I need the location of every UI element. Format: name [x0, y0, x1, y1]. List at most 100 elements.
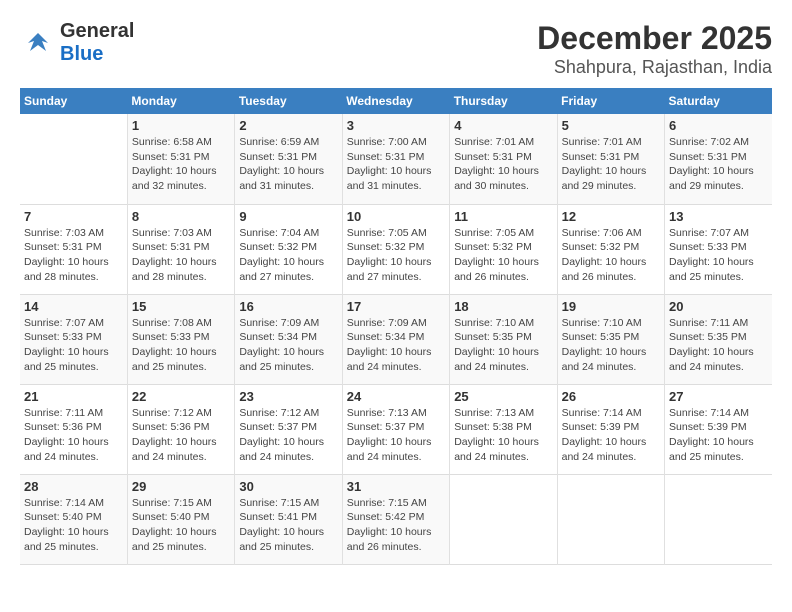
- calendar-cell: 15 Sunrise: 7:08 AMSunset: 5:33 PMDayligh…: [127, 294, 234, 384]
- day-number: 10: [347, 209, 445, 224]
- calendar-cell: 28 Sunrise: 7:14 AMSunset: 5:40 PMDayligh…: [20, 474, 127, 564]
- calendar-cell: [20, 114, 127, 204]
- calendar-cell: 2Sunrise: 6:59 AMSunset: 5:31 PMDaylight…: [235, 114, 342, 204]
- calendar-cell: 18 Sunrise: 7:10 AMSunset: 5:35 PMDayligh…: [450, 294, 557, 384]
- calendar-cell: 14 Sunrise: 7:07 AMSunset: 5:33 PMDayligh…: [20, 294, 127, 384]
- day-info: Sunrise: 7:06 AMSunset: 5:32 PMDaylight:…: [562, 226, 660, 285]
- day-info: Sunrise: 7:10 AMSunset: 5:35 PMDaylight:…: [562, 316, 660, 375]
- calendar-cell: 11 Sunrise: 7:05 AMSunset: 5:32 PMDayligh…: [450, 204, 557, 294]
- calendar-cell: [557, 474, 664, 564]
- day-number: 15: [132, 299, 230, 314]
- day-info: Sunrise: 7:01 AMSunset: 5:31 PMDaylight:…: [562, 135, 660, 194]
- day-number: 12: [562, 209, 660, 224]
- day-info: Sunrise: 7:14 AMSunset: 5:40 PMDaylight:…: [24, 496, 123, 555]
- calendar-cell: 27 Sunrise: 7:14 AMSunset: 5:39 PMDayligh…: [665, 384, 772, 474]
- day-number: 27: [669, 389, 768, 404]
- day-info: Sunrise: 7:14 AMSunset: 5:39 PMDaylight:…: [562, 406, 660, 465]
- col-header-thursday: Thursday: [450, 88, 557, 114]
- calendar-cell: 16 Sunrise: 7:09 AMSunset: 5:34 PMDayligh…: [235, 294, 342, 384]
- day-info: Sunrise: 7:10 AMSunset: 5:35 PMDaylight:…: [454, 316, 552, 375]
- day-number: 30: [239, 479, 337, 494]
- day-info: Sunrise: 7:08 AMSunset: 5:33 PMDaylight:…: [132, 316, 230, 375]
- logo: General Blue: [20, 20, 134, 66]
- calendar-table: SundayMondayTuesdayWednesdayThursdayFrid…: [20, 88, 772, 565]
- day-number: 4: [454, 118, 552, 133]
- week-row-2: 7 Sunrise: 7:03 AMSunset: 5:31 PMDaylight…: [20, 204, 772, 294]
- week-row-3: 14 Sunrise: 7:07 AMSunset: 5:33 PMDayligh…: [20, 294, 772, 384]
- day-number: 21: [24, 389, 123, 404]
- day-info: Sunrise: 7:15 AMSunset: 5:42 PMDaylight:…: [347, 496, 445, 555]
- day-number: 28: [24, 479, 123, 494]
- day-number: 16: [239, 299, 337, 314]
- logo-blue: Blue: [60, 43, 103, 66]
- day-number: 20: [669, 299, 768, 314]
- day-number: 11: [454, 209, 552, 224]
- day-info: Sunrise: 7:05 AMSunset: 5:32 PMDaylight:…: [347, 226, 445, 285]
- day-number: 18: [454, 299, 552, 314]
- logo-icon: [20, 25, 56, 61]
- col-header-wednesday: Wednesday: [342, 88, 449, 114]
- calendar-cell: [450, 474, 557, 564]
- calendar-cell: 26Sunrise: 7:14 AMSunset: 5:39 PMDayligh…: [557, 384, 664, 474]
- calendar-cell: 6 Sunrise: 7:02 AMSunset: 5:31 PMDaylight…: [665, 114, 772, 204]
- calendar-cell: 7Sunrise: 7:03 AMSunset: 5:31 PMDaylight…: [20, 204, 127, 294]
- calendar-cell: 19Sunrise: 7:10 AMSunset: 5:35 PMDayligh…: [557, 294, 664, 384]
- day-info: Sunrise: 6:59 AMSunset: 5:31 PMDaylight:…: [239, 135, 337, 194]
- calendar-cell: 24Sunrise: 7:13 AMSunset: 5:37 PMDayligh…: [342, 384, 449, 474]
- calendar-cell: 30 Sunrise: 7:15 AMSunset: 5:41 PMDayligh…: [235, 474, 342, 564]
- day-info: Sunrise: 7:07 AMSunset: 5:33 PMDaylight:…: [24, 316, 123, 375]
- day-number: 6: [669, 118, 768, 133]
- day-info: Sunrise: 7:12 AMSunset: 5:37 PMDaylight:…: [239, 406, 337, 465]
- calendar-cell: 23 Sunrise: 7:12 AMSunset: 5:37 PMDayligh…: [235, 384, 342, 474]
- col-header-saturday: Saturday: [665, 88, 772, 114]
- calendar-cell: 13 Sunrise: 7:07 AMSunset: 5:33 PMDayligh…: [665, 204, 772, 294]
- day-info: Sunrise: 7:15 AMSunset: 5:41 PMDaylight:…: [239, 496, 337, 555]
- day-number: 24: [347, 389, 445, 404]
- calendar-location: Shahpura, Rajasthan, India: [537, 57, 772, 78]
- day-info: Sunrise: 7:14 AMSunset: 5:39 PMDaylight:…: [669, 406, 768, 465]
- day-number: 23: [239, 389, 337, 404]
- day-info: Sunrise: 7:03 AMSunset: 5:31 PMDaylight:…: [132, 226, 230, 285]
- day-number: 5: [562, 118, 660, 133]
- col-header-sunday: Sunday: [20, 88, 127, 114]
- page-header: General Blue December 2025 Shahpura, Raj…: [20, 20, 772, 78]
- day-number: 31: [347, 479, 445, 494]
- day-number: 14: [24, 299, 123, 314]
- day-info: Sunrise: 7:01 AMSunset: 5:31 PMDaylight:…: [454, 135, 552, 194]
- logo-general: General: [60, 20, 134, 43]
- calendar-cell: 3Sunrise: 7:00 AMSunset: 5:31 PMDaylight…: [342, 114, 449, 204]
- day-number: 22: [132, 389, 230, 404]
- col-header-monday: Monday: [127, 88, 234, 114]
- day-number: 3: [347, 118, 445, 133]
- logo-text: General Blue: [60, 20, 134, 66]
- day-number: 9: [239, 209, 337, 224]
- calendar-cell: 9Sunrise: 7:04 AMSunset: 5:32 PMDaylight…: [235, 204, 342, 294]
- week-row-1: 1 Sunrise: 6:58 AMSunset: 5:31 PMDaylight…: [20, 114, 772, 204]
- day-info: Sunrise: 6:58 AMSunset: 5:31 PMDaylight:…: [132, 135, 230, 194]
- day-info: Sunrise: 7:11 AMSunset: 5:35 PMDaylight:…: [669, 316, 768, 375]
- calendar-cell: 4 Sunrise: 7:01 AMSunset: 5:31 PMDaylight…: [450, 114, 557, 204]
- day-info: Sunrise: 7:07 AMSunset: 5:33 PMDaylight:…: [669, 226, 768, 285]
- calendar-cell: [665, 474, 772, 564]
- day-info: Sunrise: 7:09 AMSunset: 5:34 PMDaylight:…: [239, 316, 337, 375]
- calendar-title-section: December 2025 Shahpura, Rajasthan, India: [537, 20, 772, 78]
- day-number: 1: [132, 118, 230, 133]
- calendar-cell: 17 Sunrise: 7:09 AMSunset: 5:34 PMDayligh…: [342, 294, 449, 384]
- day-info: Sunrise: 7:15 AMSunset: 5:40 PMDaylight:…: [132, 496, 230, 555]
- day-info: Sunrise: 7:05 AMSunset: 5:32 PMDaylight:…: [454, 226, 552, 285]
- day-number: 7: [24, 209, 123, 224]
- day-info: Sunrise: 7:09 AMSunset: 5:34 PMDaylight:…: [347, 316, 445, 375]
- day-info: Sunrise: 7:13 AMSunset: 5:38 PMDaylight:…: [454, 406, 552, 465]
- day-number: 8: [132, 209, 230, 224]
- col-header-tuesday: Tuesday: [235, 88, 342, 114]
- day-info: Sunrise: 7:12 AMSunset: 5:36 PMDaylight:…: [132, 406, 230, 465]
- day-info: Sunrise: 7:02 AMSunset: 5:31 PMDaylight:…: [669, 135, 768, 194]
- day-number: 13: [669, 209, 768, 224]
- calendar-cell: 8 Sunrise: 7:03 AMSunset: 5:31 PMDaylight…: [127, 204, 234, 294]
- calendar-cell: 20 Sunrise: 7:11 AMSunset: 5:35 PMDayligh…: [665, 294, 772, 384]
- calendar-cell: 1 Sunrise: 6:58 AMSunset: 5:31 PMDaylight…: [127, 114, 234, 204]
- calendar-month-year: December 2025: [537, 20, 772, 57]
- day-info: Sunrise: 7:11 AMSunset: 5:36 PMDaylight:…: [24, 406, 123, 465]
- day-number: 17: [347, 299, 445, 314]
- week-row-4: 21 Sunrise: 7:11 AMSunset: 5:36 PMDayligh…: [20, 384, 772, 474]
